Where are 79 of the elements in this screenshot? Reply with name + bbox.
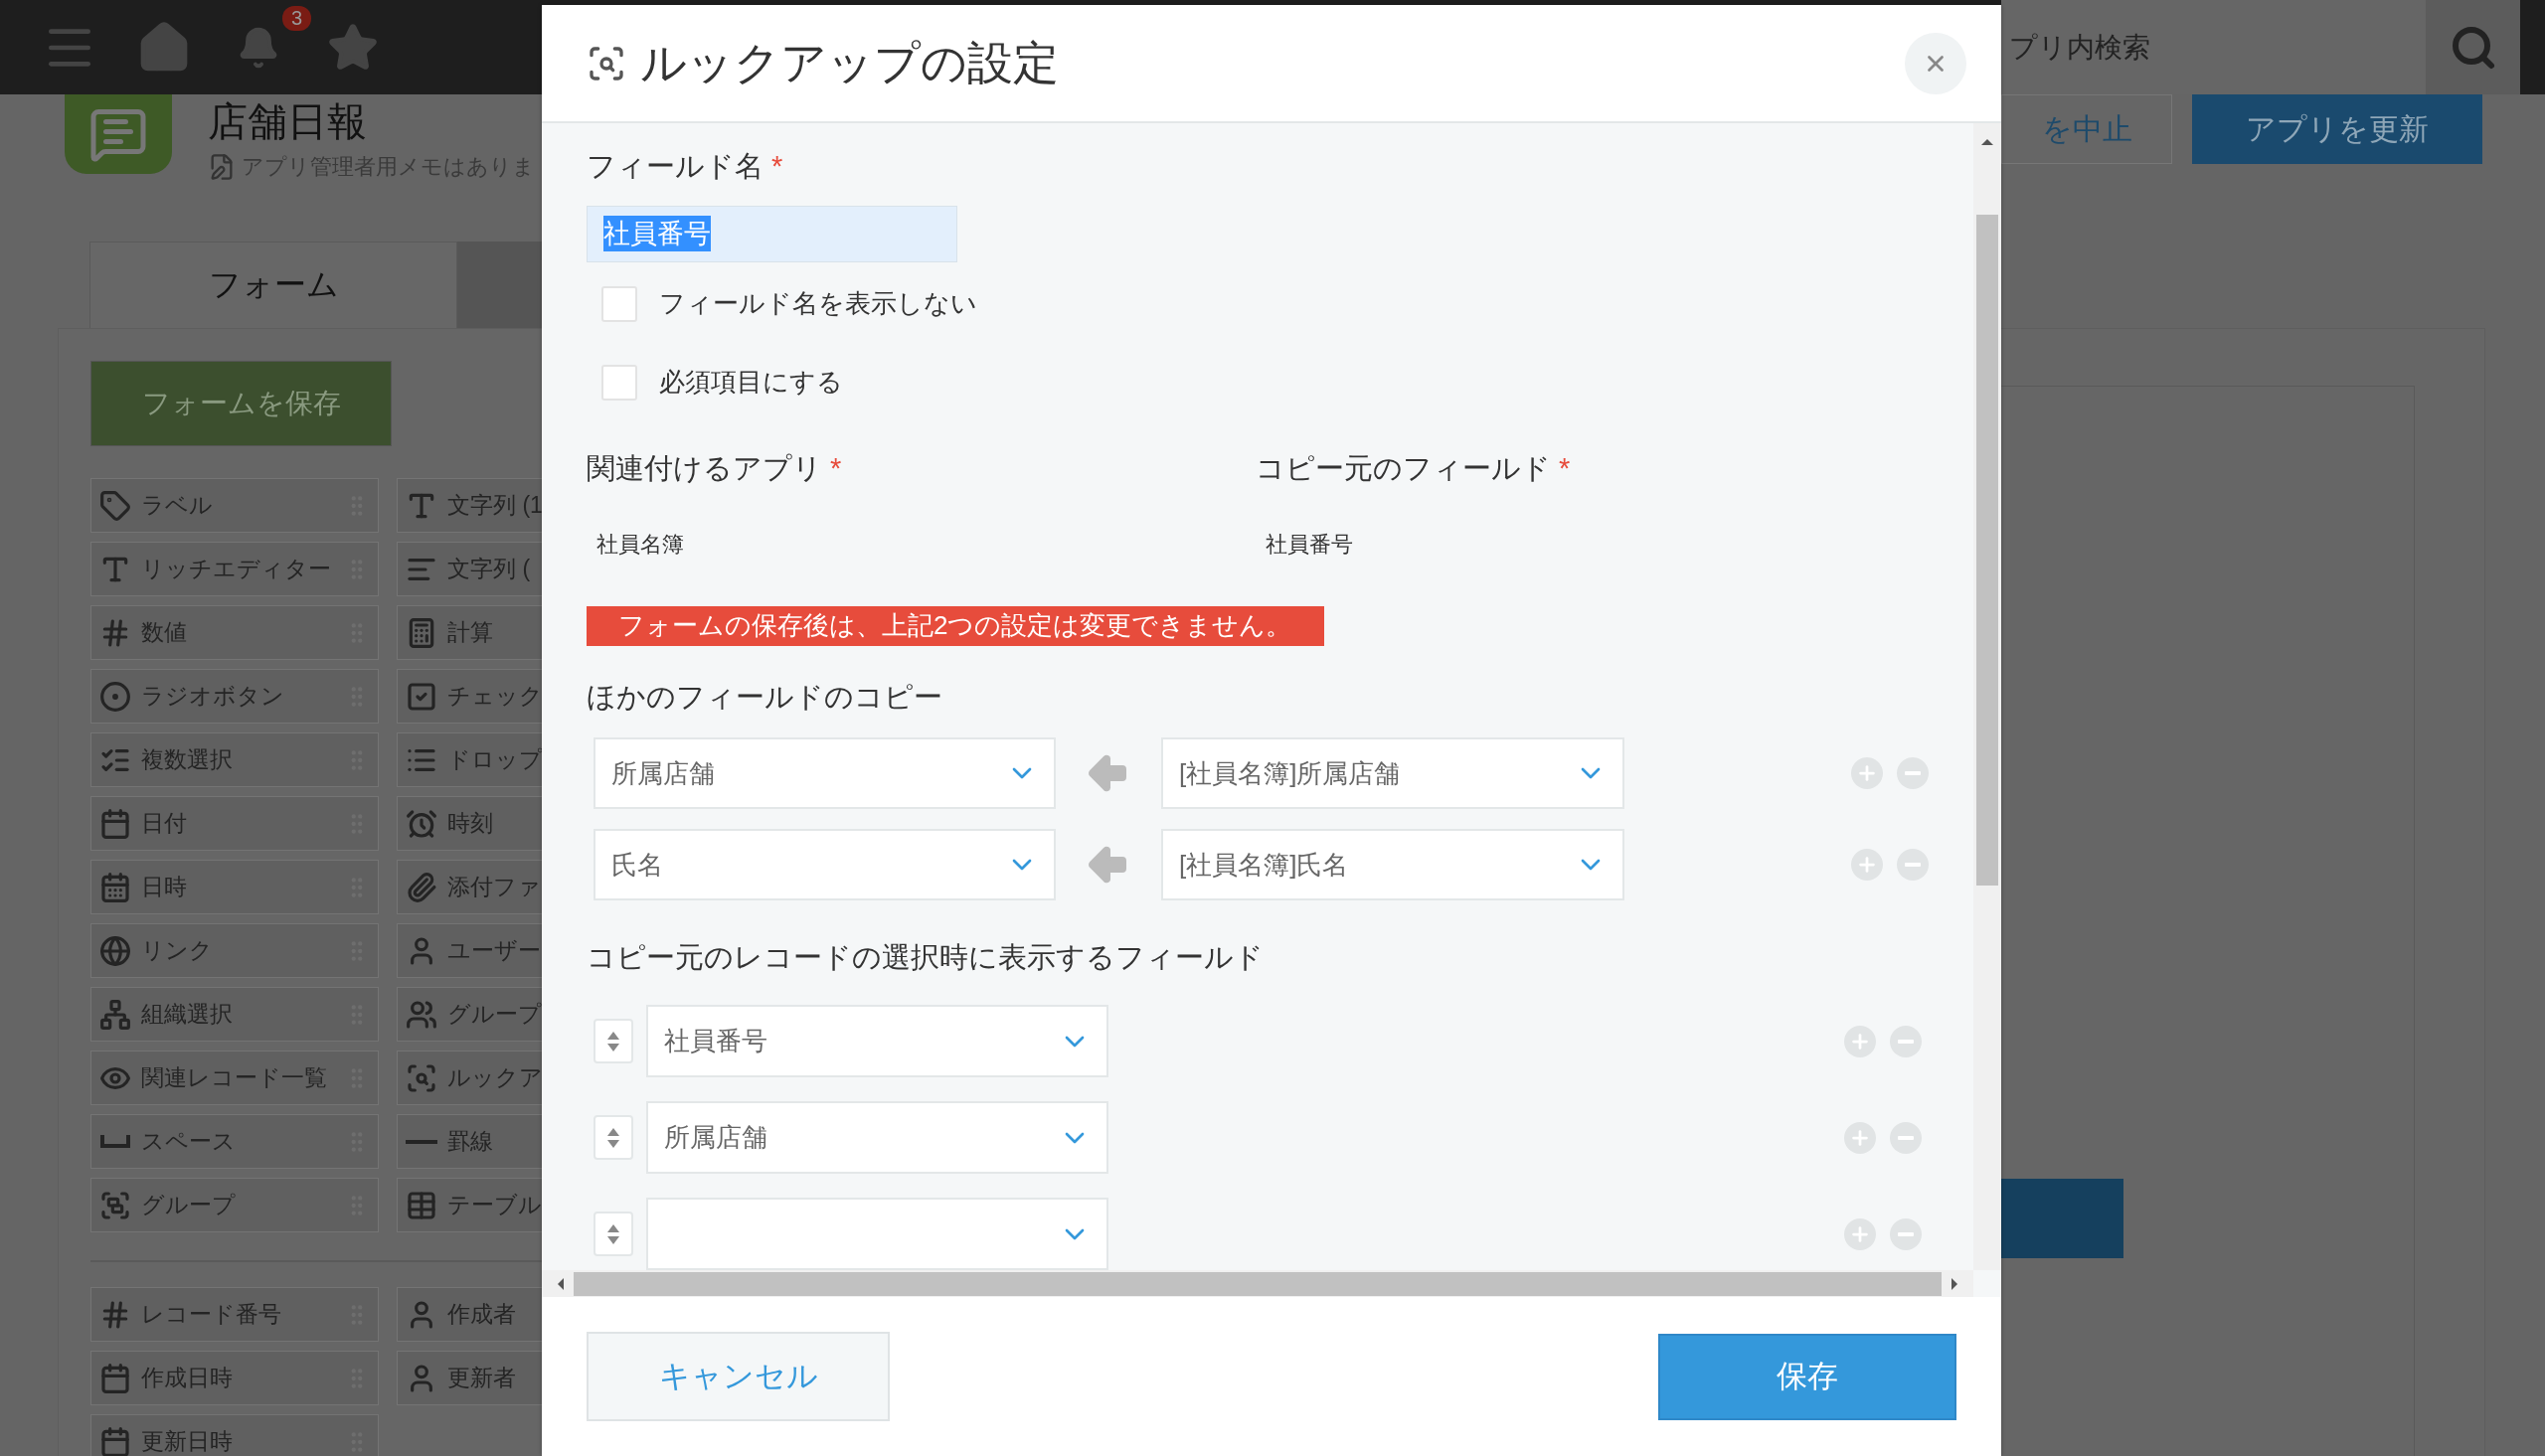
cancel-changes-button[interactable]: を中止	[2001, 94, 2172, 164]
field-type-item[interactable]: リンク	[90, 923, 379, 978]
dropdown[interactable]: [社員名簿]氏名	[1161, 829, 1624, 900]
table-icon	[406, 1189, 437, 1221]
update-app-button[interactable]: アプリを更新	[2192, 94, 2482, 164]
add-button[interactable]	[1851, 757, 1883, 789]
field-label: フィールド名 *	[587, 149, 784, 184]
users-icon	[406, 998, 437, 1031]
remove-button[interactable]	[1897, 757, 1929, 789]
remove-button[interactable]	[1890, 1025, 1922, 1057]
checkbox[interactable]	[601, 364, 637, 401]
alarm-clock-icon	[406, 807, 437, 840]
field-value: 社員番号	[1265, 530, 1354, 559]
space-icon	[99, 1134, 131, 1149]
lookup-icon	[406, 1061, 437, 1094]
dropdown[interactable]: 所属店舗	[646, 1101, 1108, 1174]
reorder-handle[interactable]	[594, 1212, 633, 1256]
field-type-item[interactable]: 関連レコード一覧	[90, 1051, 379, 1105]
calendar-icon	[99, 1425, 131, 1456]
field-type-item[interactable]: 日時	[90, 860, 379, 914]
paperclip-icon	[406, 871, 437, 903]
globe-icon	[99, 934, 131, 967]
add-button[interactable]	[1851, 849, 1883, 881]
tag-icon	[99, 489, 131, 522]
field-type-item[interactable]: リッチエディター	[90, 542, 379, 596]
remove-button[interactable]	[1897, 849, 1929, 881]
minus-icon	[1898, 1039, 1914, 1044]
tab[interactable]: フォーム	[89, 242, 457, 328]
field-type-item[interactable]: 更新日時	[90, 1414, 379, 1456]
field-type-item[interactable]: グループ	[90, 1178, 379, 1232]
reorder-handle[interactable]	[594, 1115, 633, 1160]
save-form-button[interactable]: フォームを保存	[90, 361, 392, 446]
add-button[interactable]	[1844, 1025, 1876, 1057]
minus-icon	[1898, 1135, 1914, 1140]
remove-button[interactable]	[1890, 1121, 1922, 1154]
calendar-icon	[99, 871, 131, 903]
search-button[interactable]	[2426, 0, 2520, 94]
checkbox-label: 必須項目にする	[659, 366, 843, 400]
remove-button[interactable]	[1890, 1217, 1922, 1250]
field-type-item[interactable]: 複数選択	[90, 732, 379, 787]
field-label: コピー元のフィールド *	[1256, 450, 1572, 486]
field-type-item[interactable]: 日付	[90, 796, 379, 851]
save-button[interactable]: 保存	[1658, 1333, 1956, 1420]
field-type-item[interactable]: 数値	[90, 605, 379, 660]
field-type-item[interactable]: ラジオボタン	[90, 669, 379, 724]
minus-icon	[1898, 1231, 1914, 1236]
app-icon	[65, 94, 172, 174]
dropdown[interactable]: [社員名簿]所属店舗	[1161, 737, 1624, 809]
plus-icon	[1856, 762, 1878, 784]
app-title: 店舗日報	[208, 98, 368, 145]
cancel-button[interactable]: キャンセル	[587, 1332, 890, 1421]
dropdown[interactable]: 社員番号	[646, 1005, 1108, 1077]
field-name-input[interactable]: 社員番号	[587, 206, 957, 262]
field-type-item[interactable]: 組織選択	[90, 987, 379, 1042]
vertical-scrollbar[interactable]	[1973, 123, 2001, 1270]
plus-icon	[1856, 854, 1878, 876]
add-button[interactable]	[1844, 1121, 1876, 1154]
notification-badge: 3	[282, 6, 312, 31]
warning-banner: フォームの保存後は、上記2つの設定は変更できません。	[587, 605, 1324, 646]
field-type-item[interactable]: 作成日時	[90, 1351, 379, 1405]
dropdown[interactable]: 所属店舗	[594, 737, 1056, 809]
field-type-item[interactable]: スペース	[90, 1114, 379, 1169]
checkbox-icon	[406, 680, 437, 713]
radio-icon	[99, 680, 131, 713]
dialog-title: ルックアップの設定	[640, 35, 1059, 90]
hierarchy-icon	[99, 998, 131, 1031]
field-type-item[interactable]: ラベル	[90, 478, 379, 533]
field-type-item[interactable]: レコード番号	[90, 1287, 379, 1342]
add-button[interactable]	[1844, 1217, 1876, 1250]
checkbox-label: フィールド名を表示しない	[659, 287, 977, 321]
calendar-icon	[99, 1362, 131, 1394]
horizontal-scrollbar[interactable]	[542, 1270, 1973, 1297]
dropdown[interactable]: 氏名	[594, 829, 1056, 900]
calendar-icon	[99, 807, 131, 840]
dropdown[interactable]	[646, 1198, 1108, 1270]
reorder-handle[interactable]	[594, 1019, 633, 1063]
group-icon	[99, 1189, 131, 1221]
checkbox[interactable]	[601, 285, 637, 322]
search-field[interactable]: プリ内検索	[2001, 0, 2426, 94]
